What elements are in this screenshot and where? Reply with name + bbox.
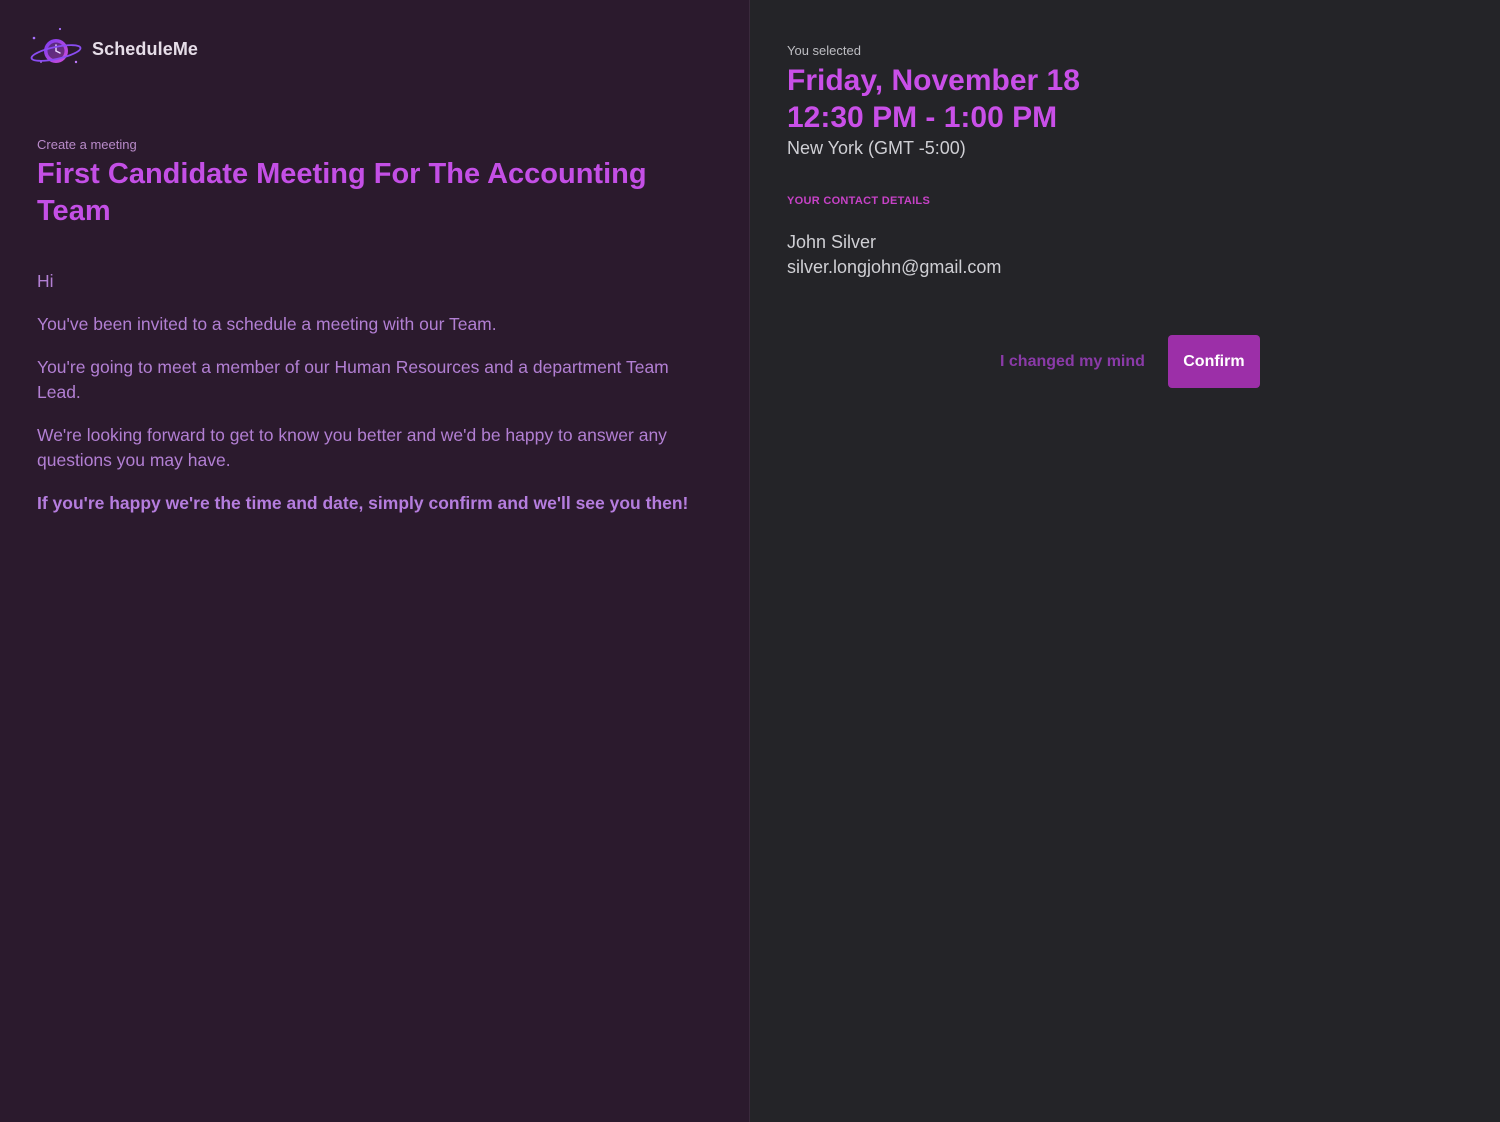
contact-name: John Silver: [787, 232, 877, 252]
changed-mind-link[interactable]: I changed my mind: [1000, 353, 1145, 371]
attendees-text: You're going to meet a member of our Hum…: [37, 357, 669, 402]
selected-label: You selected: [787, 43, 861, 58]
action-bar: I changed my mind Confirm: [1000, 335, 1260, 388]
closing-text: If you're happy we're the time and date,…: [37, 493, 689, 513]
greeting-text: Hi: [37, 271, 54, 291]
invite-text: You've been invited to a schedule a meet…: [37, 314, 497, 334]
contact-email: silver.longjohn@gmail.com: [787, 257, 1002, 277]
planet-clock-icon: [28, 26, 84, 72]
confirm-button[interactable]: Confirm: [1167, 335, 1260, 388]
questions-text: We're looking forward to get to know you…: [37, 425, 667, 470]
selected-date: Friday, November 18: [787, 64, 1080, 97]
app-name: ScheduleMe: [92, 38, 199, 59]
contact-heading: YOUR CONTACT DETAILS: [787, 195, 931, 207]
meeting-panel: ScheduleMe Create a meeting First Candid…: [0, 0, 750, 1122]
timezone-label: New York (GMT -5:00): [787, 138, 966, 158]
meeting-details: Create a meeting First Candidate Meeting…: [37, 137, 717, 534]
selection-summary: You selected Friday, November 18 12:30 P…: [787, 43, 1347, 280]
meeting-title: First Candidate Meeting For The Accounti…: [37, 158, 647, 227]
app-logo[interactable]: ScheduleMe: [28, 26, 198, 72]
meeting-eyebrow: Create a meeting: [37, 137, 137, 152]
selected-time: 12:30 PM - 1:00 PM: [787, 101, 1058, 134]
